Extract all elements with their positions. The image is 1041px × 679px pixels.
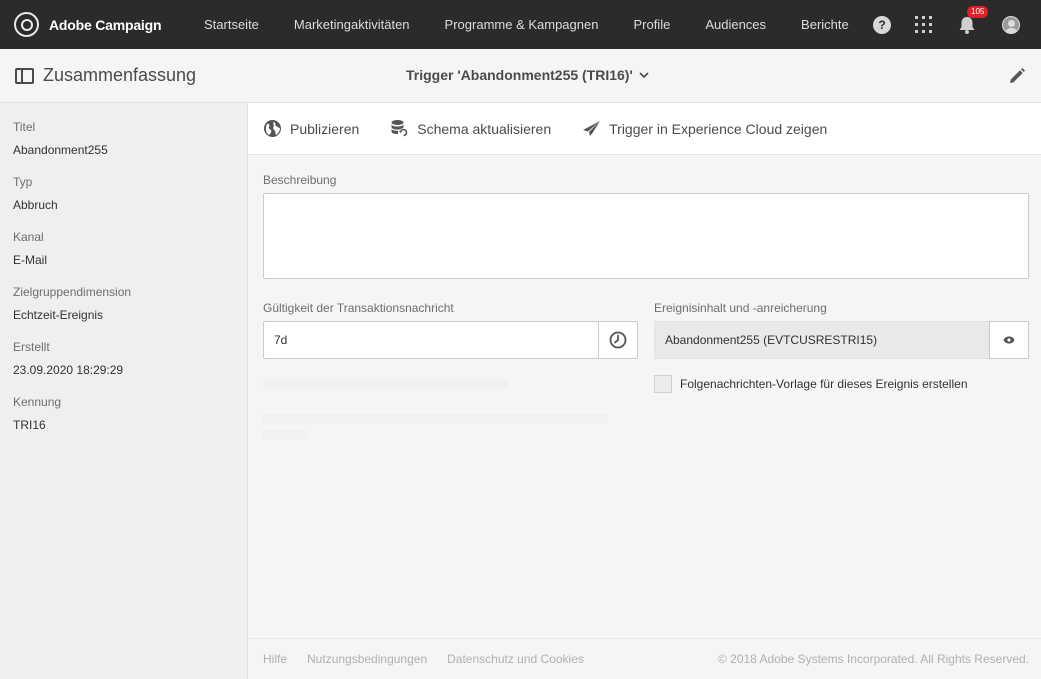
view-event-button[interactable] (989, 321, 1029, 359)
update-schema-label: Schema aktualisieren (417, 120, 552, 137)
description-label: Beschreibung (263, 173, 337, 187)
paper-plane-icon (583, 121, 601, 136)
footer-terms-link[interactable]: Nutzungsbedingungen (307, 652, 427, 666)
field-created: Erstellt 23.09.2020 18:29:29 (13, 340, 247, 378)
field-label: Zielgruppendimension (13, 285, 132, 299)
footer-privacy-link[interactable]: Datenschutz und Cookies (447, 652, 584, 666)
nav-item-audiences[interactable]: Audiences (705, 17, 766, 32)
apps-grid-icon[interactable] (915, 16, 932, 33)
adobe-campaign-logo-icon (14, 12, 39, 37)
placeholder-line (263, 414, 608, 424)
placeholder-line (263, 430, 308, 440)
show-in-experience-cloud-button[interactable]: Trigger in Experience Cloud zeigen (582, 120, 827, 137)
followup-template-checkbox[interactable] (654, 375, 672, 393)
bell-icon (959, 16, 975, 34)
field-target-dimension: Zielgruppendimension Echtzeit-Ereignis (13, 285, 247, 323)
action-toolbar: Publizieren Schema aktualisieren Trigger… (248, 103, 1041, 155)
field-id: Kennung TRI16 (13, 395, 247, 433)
validity-picker-button[interactable] (598, 321, 638, 359)
page-header: Zusammenfassung Trigger 'Abandonment255 … (0, 49, 1041, 103)
trigger-title-dropdown[interactable]: Trigger 'Abandonment255 (TRI16)' (406, 67, 649, 83)
nav-item-berichte[interactable]: Berichte (801, 17, 849, 32)
field-type: Typ Abbruch (13, 175, 247, 213)
publish-button[interactable]: Publizieren (263, 119, 359, 138)
followup-template-option: Folgenachrichten-Vorlage für dieses Erei… (654, 375, 968, 393)
nav-right-icons: ? 105 (873, 0, 1041, 49)
nav-item-marketingaktivitaeten[interactable]: Marketingaktivitäten (294, 17, 410, 32)
event-field-group: Abandonment255 (EVTCUSRESTRI15) (654, 321, 1029, 359)
summary-toggle[interactable]: Zusammenfassung (15, 65, 196, 86)
main-content: Beschreibung Gültigkeit der Transaktions… (248, 156, 1041, 638)
field-value: TRI16 (13, 418, 46, 432)
top-nav-bar: Adobe Campaign Startseite Marketingaktiv… (0, 0, 1041, 49)
field-label: Typ (13, 175, 33, 189)
event-label: Ereignisinhalt und -anreicherung (654, 301, 827, 315)
user-avatar[interactable] (1002, 15, 1020, 34)
placeholder-line (263, 379, 508, 389)
summary-sidebar: Titel Abandonment255 Typ Abbruch Kanal E… (0, 103, 248, 679)
brand[interactable]: Adobe Campaign (14, 12, 204, 37)
main-nav: Startseite Marketingaktivitäten Programm… (204, 0, 884, 49)
validity-field-group: 7d (263, 321, 638, 359)
field-value: Echtzeit-Ereignis (13, 308, 104, 322)
show-in-experience-cloud-label: Trigger in Experience Cloud zeigen (609, 120, 828, 137)
eye-icon (1003, 336, 1015, 344)
field-value: Abandonment255 (13, 143, 108, 157)
field-label: Kennung (13, 395, 62, 409)
field-channel: Kanal E-Mail (13, 230, 247, 268)
footer-copyright: © 2018 Adobe Systems Incorporated. All R… (717, 652, 1029, 666)
chevron-down-icon (639, 72, 649, 79)
summary-label: Zusammenfassung (43, 65, 197, 85)
description-textarea[interactable] (263, 193, 1029, 279)
field-value: Abbruch (13, 198, 58, 212)
nav-item-startseite[interactable]: Startseite (204, 17, 259, 32)
validity-input[interactable]: 7d (263, 321, 598, 359)
publish-label: Publizieren (290, 120, 360, 137)
globe-icon (264, 120, 281, 137)
trigger-title: Trigger 'Abandonment255 (TRI16)' (406, 67, 633, 83)
field-value: 23.09.2020 18:29:29 (13, 363, 124, 377)
clock-icon (609, 331, 627, 349)
field-label: Titel (13, 120, 36, 134)
field-title: Titel Abandonment255 (13, 120, 247, 158)
notifications-button[interactable]: 105 (958, 5, 989, 35)
page-footer: Hilfe Nutzungsbedingungen Datenschutz un… (248, 638, 1041, 679)
notification-badge: 105 (967, 5, 989, 18)
event-value: Abandonment255 (EVTCUSRESTRI15) (654, 321, 989, 359)
update-schema-button[interactable]: Schema aktualisieren (390, 119, 551, 138)
brand-name: Adobe Campaign (49, 16, 162, 33)
panel-icon (15, 67, 34, 84)
nav-item-profile[interactable]: Profile (633, 17, 670, 32)
help-icon[interactable]: ? (873, 15, 891, 34)
database-refresh-icon (391, 120, 409, 137)
pencil-icon[interactable] (1007, 66, 1027, 86)
field-value: E-Mail (13, 253, 48, 267)
field-label: Erstellt (13, 340, 50, 354)
followup-template-label: Folgenachrichten-Vorlage für dieses Erei… (680, 377, 968, 391)
field-label: Kanal (13, 230, 44, 244)
validity-label: Gültigkeit der Transaktionsnachricht (263, 301, 454, 315)
footer-help-link[interactable]: Hilfe (263, 652, 287, 666)
nav-item-programme-kampagnen[interactable]: Programme & Kampagnen (445, 17, 599, 32)
